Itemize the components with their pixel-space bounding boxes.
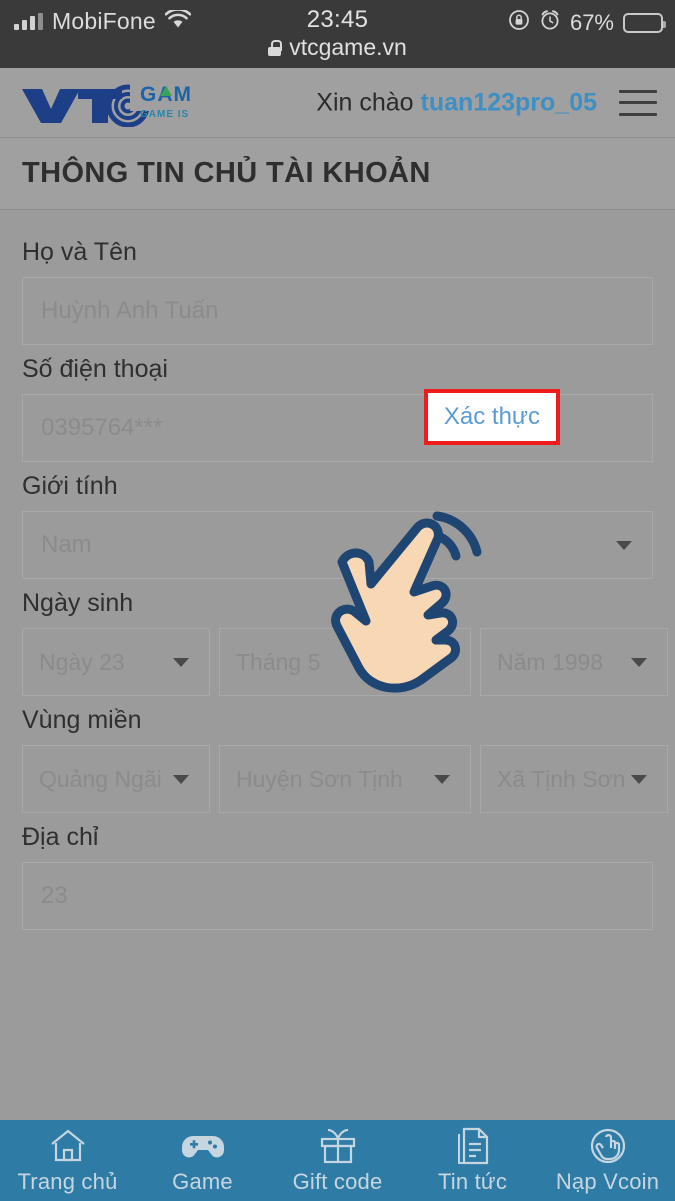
gender-select[interactable]: Nam (22, 511, 653, 579)
field-full-name: Họ và Tên Huỳnh Anh Tuấn (22, 238, 653, 345)
region-district-select[interactable]: Huyện Sơn Tịnh (219, 745, 471, 813)
chevron-down-icon (631, 774, 647, 784)
status-bar-right: 67% (508, 9, 666, 36)
battery-icon (623, 12, 666, 33)
nav-item-news[interactable]: Tin tức (405, 1127, 540, 1195)
verify-phone-button[interactable]: Xác thực (423, 389, 560, 445)
nav-label-news: Tin tức (437, 1168, 508, 1194)
browser-url-bar[interactable]: vtcgame.vn (0, 34, 675, 61)
region-district-value: Huyện Sơn Tịnh (236, 765, 403, 792)
full-name-input[interactable]: Huỳnh Anh Tuấn (22, 277, 653, 345)
chevron-down-icon (434, 774, 450, 784)
nav-item-game[interactable]: Game (135, 1127, 270, 1195)
region-province-select[interactable]: Quảng Ngãi (22, 745, 210, 813)
chevron-down-icon (434, 657, 450, 667)
region-ward-value: Xã Tịnh Sơn (497, 765, 626, 792)
chevron-down-icon (173, 657, 189, 667)
field-address: Địa chỉ 23 (22, 823, 653, 930)
greeting-prefix: Xin chào (316, 88, 414, 116)
region-province-value: Quảng Ngãi (39, 765, 162, 792)
chevron-down-icon (173, 774, 189, 784)
nav-label-nap-vcoin: Nạp Vcoin (555, 1168, 660, 1194)
rotation-lock-icon (508, 9, 530, 36)
vtc-game-logo[interactable]: GAME GAME IS LIFE (18, 79, 190, 127)
gender-value: Nam (41, 531, 92, 558)
birthday-day-select[interactable]: Ngày 23 (22, 628, 210, 696)
region-label: Vùng miền (22, 706, 142, 734)
vtc-game-logo-icon: GAME GAME IS LIFE (22, 82, 190, 127)
nav-item-home[interactable]: Trang chủ (0, 1127, 135, 1195)
nav-label-home: Trang chủ (17, 1168, 118, 1194)
gender-label: Giới tính (22, 472, 118, 500)
birthday-day-value: Ngày 23 (39, 648, 125, 675)
svg-text:GAME IS LIFE: GAME IS LIFE (140, 109, 190, 120)
site-header: GAME GAME IS LIFE Xin chào tuan123pro_05 (0, 68, 675, 138)
lock-icon (268, 39, 283, 56)
phone-label: Số điện thoại (22, 355, 168, 383)
username-label[interactable]: tuan123pro_05 (421, 88, 597, 116)
address-input[interactable]: 23 (22, 862, 653, 930)
home-icon (48, 1127, 88, 1165)
field-birthday: Ngày sinh Ngày 23 Tháng 5 Năm 1998 (22, 589, 668, 696)
full-name-value: Huỳnh Anh Tuấn (41, 297, 219, 324)
alarm-clock-icon (539, 9, 561, 36)
birthday-month-value: Tháng 5 (236, 648, 321, 675)
bottom-navigation: Trang chủ Game Gift code Tin tức Nạp Vco… (0, 1120, 675, 1201)
battery-percent: 67% (569, 9, 614, 35)
field-region: Vùng miền Quảng Ngãi Huyện Sơn Tịnh Xã T… (22, 706, 668, 813)
tap-hand-circle-icon (588, 1127, 628, 1165)
birthday-label: Ngày sinh (22, 589, 134, 617)
field-phone: Số điện thoại 0395764*** Xác thực (22, 355, 653, 462)
nav-label-game: Game (172, 1168, 233, 1194)
phone-input[interactable]: 0395764*** Xác thực (22, 389, 653, 462)
chevron-down-icon (616, 540, 632, 550)
hamburger-menu-icon[interactable] (619, 89, 657, 116)
address-label: Địa chỉ (22, 823, 99, 851)
page-title: THÔNG TIN CHỦ TÀI KHOẢN (22, 157, 431, 189)
nav-item-nap-vcoin[interactable]: Nạp Vcoin (540, 1127, 675, 1195)
nav-label-gift-code: Gift code (292, 1168, 383, 1194)
gift-icon (319, 1127, 357, 1165)
status-bar: MobiFone 23:45 67% vtcgame.vn (0, 0, 675, 68)
birthday-year-value: Năm 1998 (497, 648, 604, 675)
chevron-down-icon (631, 657, 647, 667)
greeting: Xin chào tuan123pro_05 (316, 88, 597, 117)
gamepad-icon (181, 1127, 224, 1165)
birthday-row: Ngày 23 Tháng 5 Năm 1998 (22, 628, 668, 696)
birthday-month-select[interactable]: Tháng 5 (219, 628, 471, 696)
region-ward-select[interactable]: Xã Tịnh Sơn (480, 745, 668, 813)
full-name-label: Họ và Tên (22, 238, 137, 266)
field-gender: Giới tính Nam (22, 472, 653, 579)
verify-button-wrap: Xác thực (423, 389, 560, 445)
url-text: vtcgame.vn (289, 34, 407, 60)
page-title-bar: THÔNG TIN CHỦ TÀI KHOẢN (0, 138, 675, 210)
account-info-form: Họ và Tên Huỳnh Anh Tuấn Số điện thoại 0… (0, 210, 675, 950)
nav-item-gift-code[interactable]: Gift code (270, 1127, 405, 1195)
address-value: 23 (41, 882, 68, 909)
phone-screen: MobiFone 23:45 67% vtcgame.vn GAME IS Xi… (0, 0, 675, 1201)
birthday-year-select[interactable]: Năm 1998 (480, 628, 668, 696)
news-document-icon (455, 1127, 491, 1165)
region-row: Quảng Ngãi Huyện Sơn Tịnh Xã Tịnh Sơn (22, 745, 668, 813)
